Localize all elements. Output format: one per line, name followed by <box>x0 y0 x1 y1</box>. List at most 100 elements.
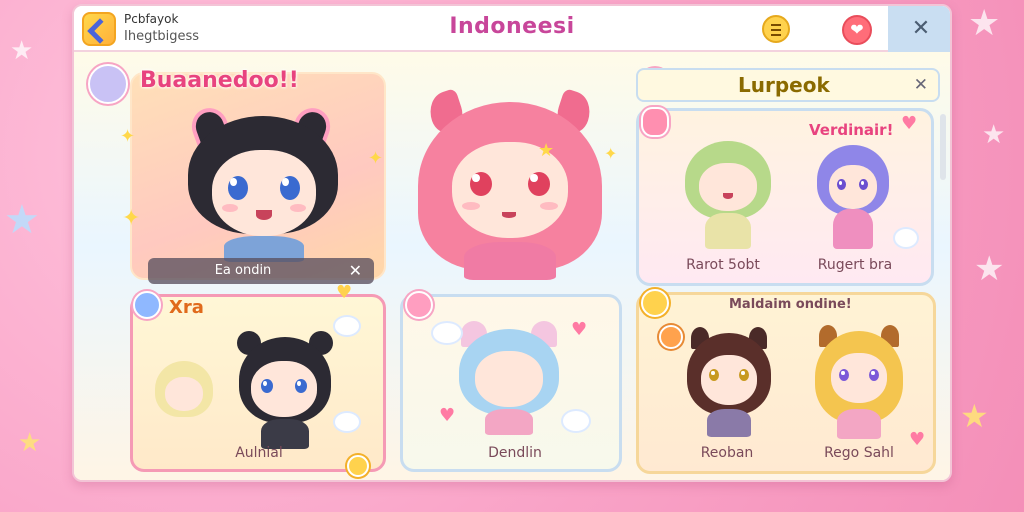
light-blue-hair-character <box>459 321 559 437</box>
favorite-button[interactable]: ❤ <box>842 15 872 45</box>
character-gallery: Buaanedoo!! Ea ondin ✕ ✦ ✦ ✦ ★ ✦ Lurpeok… <box>74 52 950 480</box>
eye <box>295 379 307 393</box>
green-hair-character <box>685 135 771 253</box>
hamburger-icon <box>771 34 781 36</box>
mouth <box>256 210 272 220</box>
sparkle-decoration: ✦ <box>120 126 136 147</box>
window-title: Indoneesi <box>449 14 575 39</box>
background-star-decoration: ★ <box>982 120 1006 150</box>
eye <box>228 176 248 200</box>
maldaim-card[interactable]: Maldaim ondine! ♥ Reoban Rego Sahl <box>636 289 936 474</box>
heart-badge-icon <box>347 455 369 477</box>
featured-character-illustration <box>186 102 338 262</box>
maldaim-title: Maldaim ondine! <box>729 297 852 312</box>
outfit <box>707 409 751 437</box>
lurpeok-card[interactable]: Verdinair! ♥ Rarot 5obt Rugert bra <box>636 107 934 286</box>
blush <box>290 204 306 212</box>
maldaim-label-1: Reoban <box>700 445 754 461</box>
face <box>699 163 757 211</box>
lurpeok-header: Lurpeok ✕ <box>636 68 940 102</box>
window-close-button[interactable]: ✕ <box>888 6 950 52</box>
game-window: Pcbfayok Ihegtbigess Indoneesi ❤ ✕ Buaan… <box>72 4 952 482</box>
face <box>212 150 316 236</box>
eye <box>869 369 879 381</box>
background-star-decoration: ★ <box>974 249 1005 289</box>
heart-decoration: ♥ <box>571 319 588 340</box>
xira-card[interactable]: Xra Aulnial <box>130 291 386 477</box>
center-character-card[interactable]: ★ ✦ <box>398 80 622 284</box>
face <box>701 355 757 405</box>
featured-caption-bar: Ea ondin ✕ <box>148 258 374 284</box>
blush <box>540 202 558 210</box>
profile-avatar-icon[interactable] <box>88 64 128 104</box>
face <box>165 377 203 411</box>
eye <box>839 369 849 381</box>
purple-hair-character <box>817 145 889 255</box>
lurpeok-label-2: Rugert bra <box>817 257 893 273</box>
mouth <box>502 212 516 218</box>
hair-clip: ★ <box>538 140 555 161</box>
blush <box>462 202 480 210</box>
background-star-decoration: ★ <box>960 397 989 435</box>
eye <box>261 379 273 393</box>
heart-decoration: ♥ <box>901 113 918 134</box>
sparkle-decoration: ✦ <box>368 148 384 169</box>
dendlin-card[interactable]: ♥ ♥ Dendlin <box>400 291 622 472</box>
outfit <box>705 213 751 249</box>
xira-badge-icon <box>133 291 161 319</box>
background-star-decoration: ★ <box>18 428 42 458</box>
cloud-decoration <box>433 323 461 343</box>
chibi-character-dark-hair <box>237 331 333 461</box>
xira-caption: Aulnial <box>235 445 283 461</box>
mouth <box>723 193 733 199</box>
outfit <box>485 409 533 435</box>
chibi-character-blonde <box>155 361 213 423</box>
cloud-decoration <box>335 317 359 335</box>
menu-button[interactable] <box>762 15 790 43</box>
outfit <box>833 209 873 249</box>
featured-character-card[interactable]: Buaanedoo!! Ea ondin ✕ <box>130 68 386 284</box>
gold-badge-icon <box>641 289 669 317</box>
outfit <box>837 409 881 439</box>
heart-decoration: ♥ <box>336 282 353 303</box>
center-character-illustration: ★ <box>418 84 602 280</box>
heart-badge-icon <box>641 107 669 137</box>
background-star-decoration: ★ <box>968 3 1001 44</box>
scroll-handle[interactable] <box>940 114 946 180</box>
featured-card-title: Buaanedoo!! <box>140 68 299 93</box>
cloud-decoration <box>895 229 917 247</box>
sparkle-decoration: ✦ <box>604 144 618 163</box>
heart-badge-icon <box>405 291 433 319</box>
xira-title: Xra <box>169 297 204 318</box>
blush <box>222 204 238 212</box>
brown-hair-character <box>687 327 771 439</box>
cloud-decoration <box>335 413 359 431</box>
eye <box>280 176 300 200</box>
heart-decoration: ♥ <box>439 405 456 426</box>
hamburger-icon <box>771 24 781 26</box>
face <box>829 165 877 209</box>
hamburger-icon <box>771 29 781 31</box>
face <box>475 351 543 407</box>
eye <box>739 369 749 381</box>
eye <box>709 369 719 381</box>
dendlin-caption: Dendlin <box>488 445 542 461</box>
lurpeok-close-button[interactable]: ✕ <box>914 75 928 95</box>
featured-dismiss-button[interactable]: ✕ <box>349 261 362 280</box>
eye <box>837 179 846 190</box>
lurpeok-tag: Verdinair! <box>809 121 894 139</box>
lurpeok-title: Lurpeok <box>738 73 830 97</box>
featured-caption: Ea ondin <box>214 263 272 278</box>
eye <box>470 172 492 196</box>
sparkle-decoration: ✦ <box>122 206 141 231</box>
cloud-decoration <box>563 411 589 431</box>
lurpeok-label-1: Rarot 5obt <box>686 257 760 273</box>
outfit <box>464 242 556 280</box>
background-star-decoration: ★ <box>4 197 40 243</box>
eye <box>859 179 868 190</box>
blonde-hair-character <box>815 325 903 443</box>
title-bar: Pcbfayok Ihegtbigess Indoneesi ❤ ✕ <box>74 6 950 52</box>
background-star-decoration: ★ <box>10 36 34 66</box>
eye <box>528 172 550 196</box>
cupcake-icon <box>659 325 683 349</box>
